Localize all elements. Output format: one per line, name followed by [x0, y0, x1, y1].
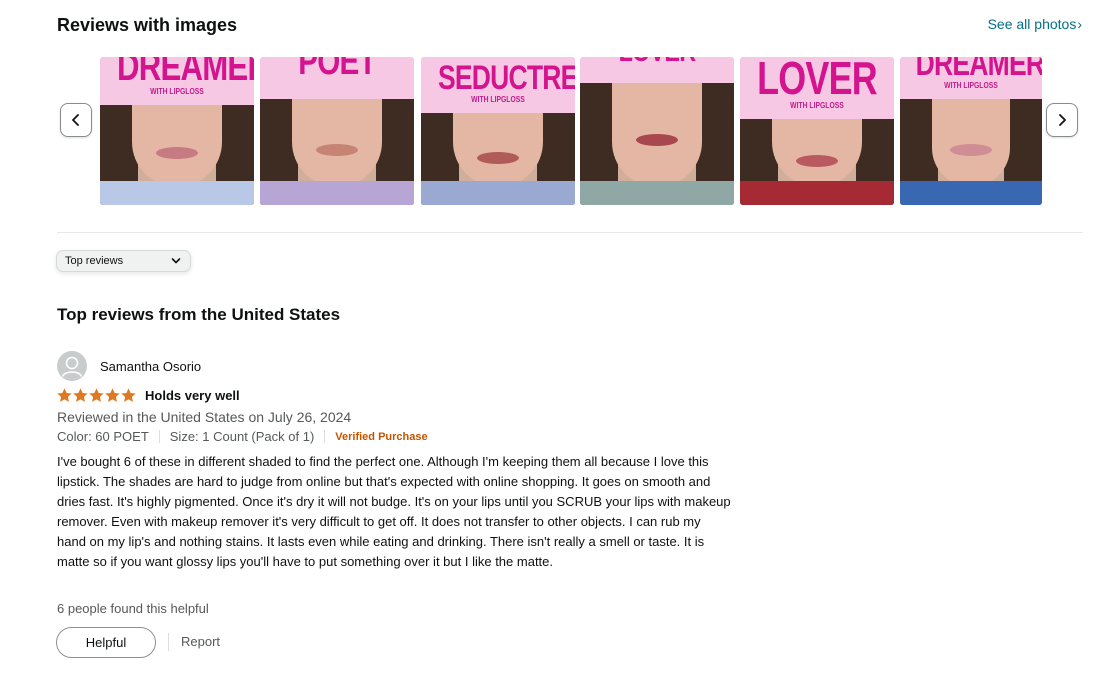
shirt: [100, 181, 254, 205]
report-link[interactable]: Report: [181, 634, 220, 649]
see-all-photos-label: See all photos: [987, 16, 1077, 32]
face-photo: [260, 99, 414, 205]
variant-color[interactable]: Color: 60 POET: [57, 429, 149, 444]
review-image-thumbnail[interactable]: SEDUCTRESSWITH LIPGLOSS: [421, 57, 575, 205]
shade-banner: POET: [260, 57, 414, 99]
review-rating-line: Holds very well: [57, 388, 240, 403]
shirt: [900, 181, 1042, 205]
meta-divider: [158, 430, 160, 443]
shade-name: DREAMER: [116, 57, 254, 89]
face-photo: [900, 99, 1042, 205]
star-icon: [121, 388, 136, 402]
face-photo: [740, 119, 894, 205]
face-photo: [580, 83, 734, 205]
shirt: [260, 181, 414, 205]
shade-banner: SEDUCTRESSWITH LIPGLOSS: [421, 57, 575, 113]
review-image-thumbnail[interactable]: LOVER WITH LIPGLOSS: [740, 57, 894, 205]
chevron-right-icon: [1059, 114, 1066, 126]
shade-banner: DREAMER WITH LIPGLOSS: [900, 57, 1042, 99]
shirt: [421, 181, 575, 205]
face: [612, 83, 702, 187]
lips: [636, 134, 678, 146]
action-divider: [168, 633, 169, 651]
review-image-thumbnail[interactable]: POET: [260, 57, 414, 205]
lips: [477, 152, 519, 164]
lips: [796, 155, 838, 167]
section-divider: [57, 232, 1083, 233]
shirt: [740, 181, 894, 205]
shade-name: POET: [298, 57, 376, 83]
shade-subtitle: WITH LIPGLOSS: [471, 95, 525, 104]
verified-purchase-badge[interactable]: Verified Purchase: [335, 431, 427, 443]
carousel-prev-button[interactable]: [60, 103, 92, 137]
lips: [950, 144, 992, 156]
chevron-left-icon: [72, 114, 79, 126]
review-title[interactable]: Holds very well: [145, 388, 240, 403]
gallery-title: Reviews with images: [57, 15, 238, 35]
star-icon: [105, 388, 120, 402]
shirt: [580, 181, 734, 205]
helpful-count: 6 people found this helpful: [57, 601, 209, 616]
review-meta: Color: 60 POET Size: 1 Count (Pack of 1)…: [57, 429, 428, 444]
shade-banner: LOVER: [580, 57, 734, 83]
shade-subtitle: WITH LIPGLOSS: [150, 87, 204, 96]
sort-selected-value: Top reviews: [65, 255, 124, 267]
chevron-right-icon: ›: [1077, 16, 1082, 32]
star-icon: [57, 388, 72, 402]
shade-name: SEDUCTRESS: [437, 59, 575, 97]
shade-name: DREAMER: [915, 57, 1042, 83]
default-avatar-icon: [57, 351, 87, 381]
star-icon: [89, 388, 104, 402]
reviewer-profile[interactable]: Samantha Osorio: [57, 351, 201, 381]
review-date: Reviewed in the United States on July 26…: [57, 409, 352, 425]
shade-banner: LOVER WITH LIPGLOSS: [740, 57, 894, 119]
shade-name: LOVER: [757, 57, 877, 104]
face-photo: [100, 105, 254, 205]
face: [772, 119, 862, 187]
see-all-photos-link[interactable]: See all photos›: [988, 16, 1082, 32]
avatar: [57, 351, 87, 381]
shade-subtitle: WITH LIPGLOSS: [790, 101, 844, 110]
review-image-thumbnail[interactable]: DREAMER WITH LIPGLOSS: [100, 57, 254, 205]
face: [292, 99, 382, 187]
shade-name: LOVER: [597, 57, 717, 67]
helpful-button[interactable]: Helpful: [56, 627, 156, 658]
sort-reviews-dropdown[interactable]: Top reviews: [56, 250, 191, 272]
face: [932, 99, 1010, 187]
lips: [156, 147, 198, 159]
variant-size[interactable]: Size: 1 Count (Pack of 1): [170, 429, 315, 444]
chevron-down-icon: [171, 258, 181, 264]
meta-divider: [324, 430, 326, 443]
face-photo: [421, 113, 575, 205]
reviewer-name: Samantha Osorio: [100, 358, 202, 374]
carousel-next-button[interactable]: [1046, 103, 1078, 137]
shade-subtitle: WITH LIPGLOSS: [944, 81, 998, 90]
review-image-thumbnail[interactable]: DREAMER WITH LIPGLOSS: [900, 57, 1042, 205]
face: [132, 105, 222, 187]
review-image-thumbnail[interactable]: LOVER: [580, 57, 734, 205]
face: [453, 113, 543, 187]
star-icon: [73, 388, 88, 402]
helpful-button-label: Helpful: [85, 635, 127, 650]
star-rating[interactable]: [57, 388, 137, 403]
lips: [316, 144, 358, 156]
image-carousel: DREAMERWITH LIPGLOSS POET SEDUCTRESSWITH…: [60, 57, 1080, 205]
shade-banner: DREAMER WITH LIPGLOSS: [100, 57, 254, 105]
reviews-heading: Top reviews from the United States: [57, 305, 341, 324]
review-body: I've bought 6 of these in different shad…: [57, 454, 731, 569]
